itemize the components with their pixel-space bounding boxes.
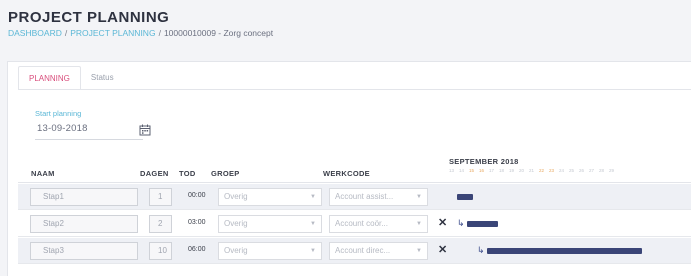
chevron-down-icon: ▼ — [416, 221, 422, 227]
step-tod: 00:00 — [188, 192, 206, 199]
timeline-day: 13 — [449, 168, 455, 173]
start-planning-input[interactable]: 13-09-2018 — [37, 123, 88, 134]
tab-divider — [18, 89, 691, 90]
breadcrumb-separator: / — [158, 28, 161, 38]
row-divider — [18, 236, 691, 237]
werkcode-select[interactable]: Account assist... ▼ — [329, 188, 428, 206]
timeline-day: 18 — [499, 168, 505, 173]
step-days-input[interactable]: 1 — [149, 188, 172, 206]
chevron-down-icon: ▼ — [310, 221, 316, 227]
breadcrumb-current: 10000010009 - Zorg concept — [163, 28, 274, 38]
dependency-arrow-icon: ↳ — [457, 218, 465, 228]
groep-select-value: Overig — [224, 219, 248, 228]
planning-row: Stap1 1 00:00 Overig ▼ Account assist... ▼ — [18, 184, 691, 210]
timeline-day: 22 — [539, 168, 545, 173]
timeline-day: 20 — [519, 168, 525, 173]
timeline-day: 23 — [549, 168, 555, 173]
step-name-input[interactable]: Stap2 — [30, 215, 138, 233]
groep-select-value: Overig — [224, 192, 248, 201]
timeline-day: 16 — [479, 168, 485, 173]
row-divider — [18, 209, 691, 210]
column-header-tod: TOD — [179, 169, 196, 178]
tab-planning[interactable]: PLANNING — [18, 66, 81, 90]
column-header-groep: GROEP — [211, 169, 240, 178]
groep-select[interactable]: Overig ▼ — [218, 242, 322, 260]
timeline-day: 14 — [459, 168, 465, 173]
timeline-day: 26 — [579, 168, 585, 173]
breadcrumb: DASHBOARD / PROJECT PLANNING/10000010009 -… — [8, 28, 273, 38]
planning-row: Stap2 2 03:00 Overig ▼ Account coör... ▼ ✕ ↳ — [18, 211, 691, 237]
remove-row-icon[interactable]: ✕ — [438, 217, 447, 229]
werkcode-select-value: Account direc... — [335, 246, 391, 255]
step-tod: 03:00 — [188, 219, 206, 226]
tab-status[interactable]: Status — [81, 66, 124, 90]
step-days-input[interactable]: 2 — [149, 215, 172, 233]
remove-row-icon[interactable]: ✕ — [438, 244, 447, 256]
breadcrumb-dashboard[interactable]: DASHBOARD — [8, 28, 62, 38]
gantt-bar[interactable] — [467, 221, 498, 227]
start-planning-label: Start planning — [35, 109, 82, 118]
page-title: PROJECT PLANNING — [8, 9, 170, 26]
timeline-day: 27 — [589, 168, 595, 173]
timeline-day: 25 — [569, 168, 575, 173]
groep-select[interactable]: Overig ▼ — [218, 188, 322, 206]
planning-card: PLANNING Status Start planning 13-09-201… — [7, 61, 691, 276]
column-header-werkcode: WERKCODE — [323, 169, 370, 178]
column-header-naam: NAAM — [31, 169, 55, 178]
breadcrumb-separator: / — [64, 28, 68, 38]
werkcode-select-value: Account assist... — [335, 192, 394, 201]
start-planning-underline — [35, 139, 143, 140]
timeline-day: 28 — [599, 168, 605, 173]
chevron-down-icon: ▼ — [416, 248, 422, 254]
werkcode-select[interactable]: Account coör... ▼ — [329, 215, 428, 233]
timeline-month: SEPTEMBER 2018 — [449, 157, 519, 166]
timeline-days: 13 14 15 16 17 18 19 20 21 22 23 24 25 26 27 28 29 — [449, 168, 619, 173]
groep-select[interactable]: Overig ▼ — [218, 215, 322, 233]
chevron-down-icon: ▼ — [416, 194, 422, 200]
step-tod: 06:00 — [188, 246, 206, 253]
row-divider — [18, 263, 691, 264]
timeline-day: 29 — [609, 168, 615, 173]
header-divider — [18, 182, 691, 183]
timeline-day: 19 — [509, 168, 515, 173]
chevron-down-icon: ▼ — [310, 248, 316, 254]
timeline-day: 24 — [559, 168, 565, 173]
chevron-down-icon: ▼ — [310, 194, 316, 200]
gantt-bar[interactable] — [487, 248, 642, 254]
dependency-arrow-icon: ↳ — [477, 245, 485, 255]
calendar-icon[interactable] — [139, 124, 151, 136]
step-days-input[interactable]: 10 — [149, 242, 172, 260]
groep-select-value: Overig — [224, 246, 248, 255]
werkcode-select[interactable]: Account direc... ▼ — [329, 242, 428, 260]
timeline-day: 21 — [529, 168, 535, 173]
breadcrumb-project-planning[interactable]: PROJECT PLANNING — [70, 28, 155, 38]
step-name-input[interactable]: Stap1 — [30, 188, 138, 206]
column-header-dagen: DAGEN — [140, 169, 169, 178]
planning-row: Stap3 10 06:00 Overig ▼ Account direc... ▼ ✕ ↳ — [18, 238, 691, 264]
tab-bar: PLANNING Status — [18, 66, 124, 90]
timeline-day: 17 — [489, 168, 495, 173]
timeline-day: 15 — [469, 168, 475, 173]
werkcode-select-value: Account coör... — [335, 219, 388, 228]
page: PROJECT PLANNING DASHBOARD / PROJECT PLANN… — [0, 0, 691, 276]
gantt-bar[interactable] — [457, 194, 473, 200]
step-name-input[interactable]: Stap3 — [30, 242, 138, 260]
